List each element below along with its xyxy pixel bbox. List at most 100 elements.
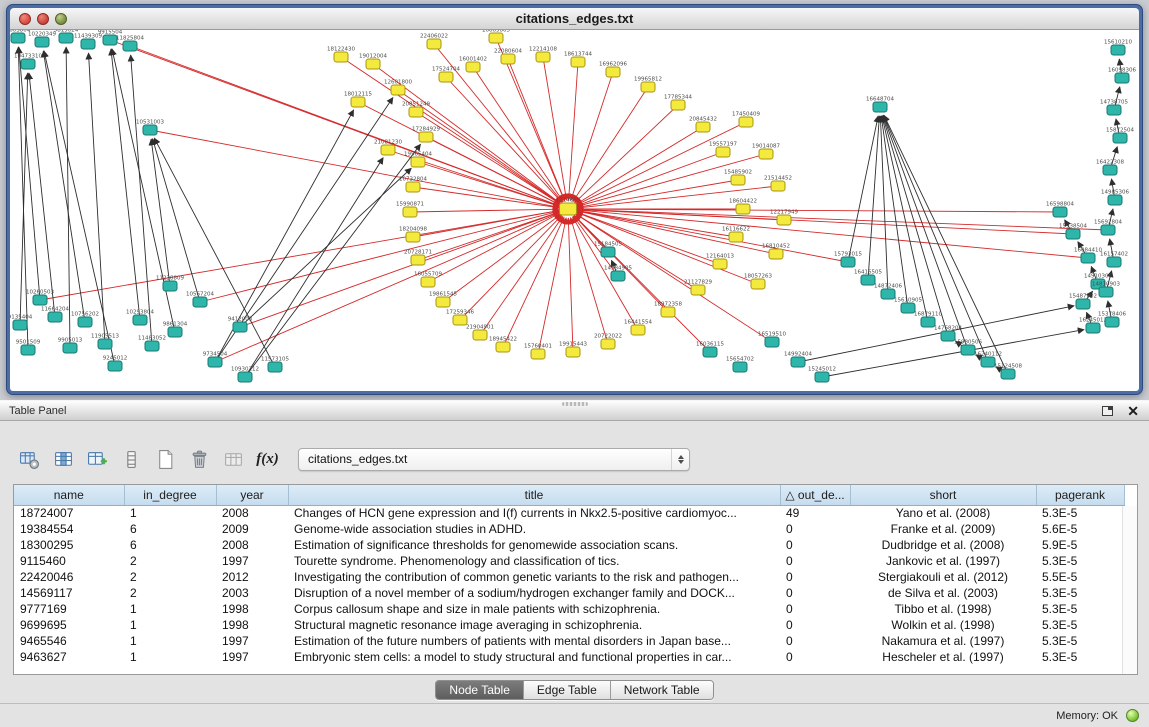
network-node[interactable]: 14985306 bbox=[1101, 190, 1129, 206]
network-node[interactable]: 16001402 bbox=[459, 57, 487, 73]
network-node[interactable]: 9905013 bbox=[58, 338, 83, 354]
network-node[interactable]: 11664204 bbox=[41, 307, 69, 323]
network-node[interactable]: 18972358 bbox=[654, 302, 682, 318]
column-header-year[interactable]: year bbox=[216, 485, 288, 505]
network-node[interactable]: 18012115 bbox=[344, 92, 372, 108]
network-node[interactable]: 9412003 bbox=[228, 317, 253, 333]
network-node[interactable]: 19565404 bbox=[404, 152, 432, 168]
network-node[interactable]: 16116622 bbox=[722, 227, 750, 243]
network-node[interactable]: 20845432 bbox=[689, 117, 717, 133]
column-header-out_de[interactable]: △ out_de... bbox=[780, 485, 850, 505]
column-settings-icon[interactable] bbox=[16, 446, 43, 472]
network-node[interactable]: 15610210 bbox=[1104, 40, 1132, 56]
network-node[interactable]: 12164013 bbox=[706, 254, 734, 270]
network-node[interactable]: 16519510 bbox=[758, 332, 786, 348]
table-scrollbar[interactable] bbox=[1122, 506, 1137, 674]
network-node[interactable]: 16422308 bbox=[1096, 160, 1124, 176]
network-node[interactable]: 9135404 bbox=[10, 315, 33, 331]
minimize-window-button[interactable] bbox=[37, 13, 49, 25]
network-node[interactable]: 19557197 bbox=[709, 142, 737, 158]
network-node[interactable]: 15793015 bbox=[834, 252, 862, 268]
network-canvas[interactable]: 1724055181224301901200412601800208512491… bbox=[10, 30, 1139, 391]
network-node[interactable]: 12601800 bbox=[384, 80, 412, 96]
table-row[interactable]: 946554611997Estimation of the future num… bbox=[14, 633, 1124, 649]
delete-table-icon[interactable] bbox=[186, 446, 213, 472]
network-node[interactable]: 15124508 bbox=[994, 364, 1022, 380]
network-node[interactable]: 10473310 bbox=[14, 54, 42, 70]
network-node[interactable]: 20722022 bbox=[594, 334, 622, 350]
network-node[interactable]: 17785344 bbox=[664, 95, 692, 111]
table-row[interactable]: 2242004622012Investigating the contribut… bbox=[14, 569, 1124, 585]
table-row[interactable]: 1872400712008Changes of HCN gene express… bbox=[14, 505, 1124, 521]
network-node[interactable]: 16098306 bbox=[1108, 68, 1136, 84]
splitter-handle[interactable] bbox=[562, 402, 588, 406]
network-node[interactable]: 10732804 bbox=[399, 177, 427, 193]
network-node[interactable]: 9861304 bbox=[163, 322, 188, 338]
network-node[interactable]: 15990871 bbox=[396, 202, 424, 218]
network-node[interactable]: 14738705 bbox=[1100, 100, 1128, 116]
network-node[interactable]: 15692804 bbox=[1094, 220, 1122, 236]
row-options-icon[interactable] bbox=[118, 446, 145, 472]
float-panel-icon[interactable] bbox=[1102, 406, 1113, 416]
network-node[interactable]: 9501509 bbox=[16, 340, 41, 356]
network-node[interactable]: 11905513 bbox=[91, 334, 119, 350]
new-table-icon[interactable] bbox=[152, 446, 179, 472]
network-node[interactable]: 19915443 bbox=[559, 342, 587, 358]
column-header-in_degree[interactable]: in_degree bbox=[124, 485, 216, 505]
network-node[interactable]: 11573105 bbox=[261, 357, 289, 373]
network-node[interactable]: 17284929 bbox=[412, 127, 440, 143]
network-node[interactable]: 18604422 bbox=[729, 199, 757, 215]
column-header-pagerank[interactable]: pagerank bbox=[1036, 485, 1124, 505]
network-node[interactable]: 11439309 bbox=[74, 34, 102, 50]
network-node[interactable]: 16157402 bbox=[1100, 252, 1128, 268]
table-row[interactable]: 1456911722003Disruption of a novel membe… bbox=[14, 585, 1124, 601]
network-node[interactable]: 16648704 bbox=[866, 97, 894, 113]
window-titlebar[interactable]: citations_edges.txt bbox=[10, 8, 1139, 30]
network-node[interactable]: 12214108 bbox=[529, 47, 557, 63]
zoom-window-button[interactable] bbox=[55, 13, 67, 25]
tab-edge-table[interactable]: Edge Table bbox=[523, 681, 610, 699]
network-node[interactable]: 15760401 bbox=[524, 344, 552, 360]
network-node[interactable]: 19012004 bbox=[359, 54, 387, 70]
column-header-short[interactable]: short bbox=[850, 485, 1036, 505]
network-node[interactable]: 17524704 bbox=[432, 67, 460, 83]
network-node[interactable]: 20728171 bbox=[404, 250, 432, 266]
table-row[interactable]: 946362711997Embryonic stem cells: a mode… bbox=[14, 649, 1124, 665]
network-node[interactable]: 15938504 bbox=[1059, 224, 1087, 240]
network-node[interactable]: 16245012 bbox=[1079, 318, 1107, 334]
network-node[interactable]: 9734504 bbox=[203, 352, 228, 368]
network-node[interactable]: 17259346 bbox=[446, 310, 474, 326]
close-panel-icon[interactable]: ✕ bbox=[1127, 404, 1139, 418]
network-node[interactable]: 21514452 bbox=[764, 176, 792, 192]
network-node[interactable]: 22080604 bbox=[494, 49, 522, 65]
network-node[interactable]: 14992404 bbox=[784, 352, 812, 368]
close-window-button[interactable] bbox=[19, 13, 31, 25]
network-node[interactable]: 22406022 bbox=[420, 34, 448, 50]
network-node[interactable]: 18945422 bbox=[489, 337, 517, 353]
network-node[interactable]: 10260503 bbox=[26, 290, 54, 306]
select-columns-icon[interactable] bbox=[50, 446, 77, 472]
network-node[interactable]: 11825804 bbox=[116, 36, 144, 52]
network-node[interactable]: 15654702 bbox=[726, 357, 754, 373]
network-node[interactable]: 21081230 bbox=[374, 140, 402, 156]
column-header-title[interactable]: title bbox=[288, 485, 780, 505]
network-node[interactable]: 11238809 bbox=[156, 276, 184, 292]
network-node[interactable]: 16084410 bbox=[1074, 248, 1102, 264]
network-node[interactable]: 15487602 bbox=[1069, 294, 1097, 310]
network-node[interactable]: 16962096 bbox=[599, 62, 627, 78]
network-node[interactable]: 15872504 bbox=[1106, 128, 1134, 144]
network-node[interactable]: 10220349 bbox=[28, 32, 56, 48]
table-row[interactable]: 969969511998Structural magnetic resonanc… bbox=[14, 617, 1124, 633]
table-row[interactable]: 1938455462009Genome-wide association stu… bbox=[14, 521, 1124, 537]
table-row[interactable]: 1830029562008Estimation of significance … bbox=[14, 537, 1124, 553]
create-column-icon[interactable] bbox=[84, 446, 111, 472]
network-node[interactable]: 16669605 bbox=[482, 30, 510, 43]
network-node[interactable]: 10531003 bbox=[136, 120, 164, 136]
tab-network-table[interactable]: Network Table bbox=[610, 681, 713, 699]
network-node[interactable]: 16036115 bbox=[696, 342, 724, 358]
function-builder-icon[interactable]: f(x) bbox=[254, 446, 281, 472]
network-node[interactable]: 19861545 bbox=[429, 292, 457, 308]
network-node[interactable]: 16810452 bbox=[762, 244, 790, 260]
network-node[interactable]: 18122430 bbox=[327, 47, 355, 63]
import-table-icon[interactable] bbox=[220, 446, 247, 472]
